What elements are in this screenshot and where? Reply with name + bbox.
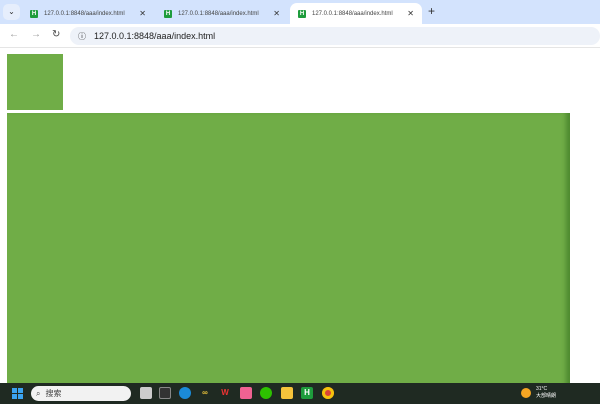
task-view-icon[interactable]	[140, 387, 152, 399]
hbuilder-favicon-icon: H	[30, 9, 38, 18]
hbuilder-favicon-icon: H	[164, 9, 172, 18]
windows-start-icon[interactable]	[12, 388, 23, 399]
address-bar[interactable]: ⓘ 127.0.0.1:8848/aaa/index.html	[70, 27, 600, 45]
small-green-box	[7, 54, 63, 110]
taskbar-search[interactable]: ⌕ 搜索	[31, 386, 131, 401]
edge-icon[interactable]	[179, 387, 191, 399]
tab-title: 127.0.0.1:8848/aaa/index.html	[178, 10, 259, 17]
weather-temp: 31°C	[536, 386, 548, 392]
tab[interactable]: H 127.0.0.1:8848/aaa/index.html ✕	[156, 3, 288, 24]
tab-title: 127.0.0.1:8848/aaa/index.html	[312, 10, 393, 17]
wechat-icon[interactable]	[260, 387, 272, 399]
terminal-icon[interactable]	[159, 387, 171, 399]
search-placeholder: 搜索	[45, 389, 62, 398]
tab-title: 127.0.0.1:8848/aaa/index.html	[44, 10, 125, 17]
large-green-box	[7, 113, 570, 388]
back-button[interactable]: ←	[9, 29, 19, 40]
tab-bar: ⌄ H 127.0.0.1:8848/aaa/index.html ✕ H 12…	[0, 0, 600, 24]
wps-icon[interactable]: W	[219, 387, 231, 399]
new-tab-button[interactable]: +	[428, 4, 435, 18]
taskbar: ⌕ 搜索 ∞ W H 31°C 大部晴朗	[0, 383, 600, 404]
weather-condition: 大部晴朗	[536, 393, 557, 399]
site-info-icon[interactable]: ⓘ	[78, 31, 86, 42]
address-text: 127.0.0.1:8848/aaa/index.html	[94, 31, 216, 41]
app-icon[interactable]: ∞	[199, 387, 211, 399]
search-icon: ⌕	[36, 388, 41, 398]
reload-button[interactable]: ↻	[52, 29, 60, 40]
weather-widget[interactable]: 31°C 大部晴朗	[521, 386, 556, 400]
tab-active[interactable]: H 127.0.0.1:8848/aaa/index.html ✕	[290, 3, 422, 24]
weather-sun-icon	[521, 388, 531, 398]
close-tab-icon[interactable]: ✕	[139, 9, 146, 18]
browser-toolbar: ← → ↻ ⓘ 127.0.0.1:8848/aaa/index.html	[0, 24, 600, 48]
tab-search-button[interactable]: ⌄	[3, 4, 20, 20]
app-pink-icon[interactable]	[240, 387, 252, 399]
hbuilder-icon[interactable]: H	[301, 387, 313, 399]
hbuilder-favicon-icon: H	[298, 9, 306, 18]
close-tab-icon[interactable]: ✕	[273, 9, 280, 18]
close-tab-icon[interactable]: ✕	[407, 9, 414, 18]
chrome-icon[interactable]	[322, 387, 334, 399]
tab[interactable]: H 127.0.0.1:8848/aaa/index.html ✕	[22, 3, 154, 24]
file-explorer-icon[interactable]	[281, 387, 293, 399]
forward-button[interactable]: →	[31, 29, 41, 40]
